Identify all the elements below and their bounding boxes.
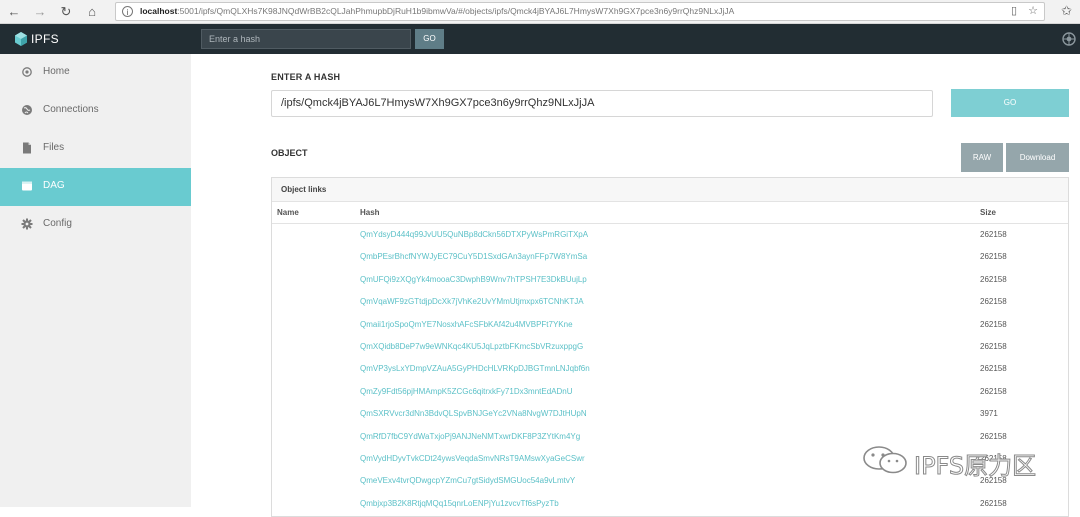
link-hash-cell[interactable]: Qmbjxp3B2K8RtjqMQq15qnrLoENPjYu1zvcvTf6s… [360, 499, 559, 508]
sidebar-item-label: Home [43, 66, 70, 77]
sidebar-item-label: Connections [43, 104, 99, 115]
column-header-size: Size [980, 208, 997, 217]
go-button[interactable]: GO [951, 89, 1069, 117]
reload-icon[interactable]: ↻ [56, 2, 76, 22]
link-size-cell: 262158 [980, 386, 1007, 396]
sidebar-item-label: Config [43, 218, 72, 229]
table-header: Name Hash Size [272, 202, 1068, 224]
panel-header: Object links [272, 178, 1068, 202]
header-go-button[interactable]: GO [415, 29, 444, 49]
link-hash-cell[interactable]: QmbPEsrBhcfNYWJyEC79CuY5D1SxdGAn3aynFFp7… [360, 252, 587, 261]
link-size-cell: 3971 [980, 409, 998, 419]
table-row: QmUFQi9zXQgYk4mooaC3DwphB9Wnv7hTPSH7E3Dk… [272, 270, 1068, 292]
favorite-star-icon[interactable]: ☆ [1028, 5, 1038, 17]
link-hash-cell[interactable]: QmeVExv4tvrQDwgcpYZmCu7gtSidydSMGUoc54a9… [360, 476, 575, 485]
settings-icon[interactable] [1062, 32, 1076, 46]
table-row: QmYdsyD444q99JvUU5QuNBp8dCkn56DTXPyWsPmR… [272, 225, 1068, 247]
object-title: OBJECT [271, 148, 308, 158]
table-row: QmSXRVvcr3dNn3BdvQLSpvBNJGeYc2VNa8NvgW7D… [272, 404, 1068, 426]
sidebar-item-files[interactable]: Files [0, 130, 191, 168]
column-header-hash: Hash [360, 208, 380, 217]
table-row: QmVP3ysLxYDmpVZAuA5GyPHDcHLVRKpDJBGTmnLN… [272, 359, 1068, 381]
link-hash-cell[interactable]: QmUFQi9zXQgYk4mooaC3DwphB9Wnv7hTPSH7E3Dk… [360, 275, 587, 284]
link-hash-cell[interactable]: QmRfD7fbC9YdWaTxjoPj9ANJNeNMTxwrDKF8P3ZY… [360, 432, 580, 441]
address-bar[interactable]: i localhost:5001/ipfs/QmQLXHs7K98JNQdWrB… [115, 2, 1045, 21]
column-header-name: Name [277, 208, 299, 217]
link-hash-cell[interactable]: QmSXRVvcr3dNn3BdvQLSpvBNJGeYc2VNa8NvgW7D… [360, 409, 587, 418]
forward-icon[interactable]: → [30, 2, 50, 22]
table-row: QmZy9Fdt56pjHMAmpK5ZCGc6qitrxkFy71Dx3mnt… [272, 382, 1068, 404]
table-row: QmbPEsrBhcfNYWJyEC79CuY5D1SxdGAn3aynFFp7… [272, 247, 1068, 269]
link-hash-cell[interactable]: QmVydHDyvTvkCDt24ywsVeqdaSmvNRsT9AMswXya… [360, 454, 585, 463]
dag-icon [22, 181, 32, 191]
table-row: Qmbjxp3B2K8RtjqMQq15qnrLoENPjYu1zvcvTf6s… [272, 494, 1068, 516]
sidebar-item-dag[interactable]: DAG [0, 168, 191, 206]
ipfs-logo-icon [15, 32, 27, 46]
url-path: :5001/ipfs/QmQLXHs7K98JNQdWrBB2cQLJahPhm… [177, 6, 735, 16]
enter-hash-title: ENTER A HASH [271, 72, 341, 82]
link-hash-cell[interactable]: Qmaii1rjoSpoQmYE7NosxhAFcSFbKAf42u4MVBPF… [360, 320, 573, 329]
link-size-cell: 262158 [980, 230, 1007, 239]
link-hash-cell[interactable]: QmZy9Fdt56pjHMAmpK5ZCGc6qitrxkFy71Dx3mnt… [360, 387, 573, 396]
sidebar: Home Connections Files DAG Config [0, 54, 191, 507]
url-text: localhost:5001/ipfs/QmQLXHs7K98JNQdWrBB2… [140, 6, 734, 16]
sidebar-item-home[interactable]: Home [0, 54, 191, 92]
link-hash-cell[interactable]: QmXQidb8DeP7w9eWNKqc4KU5JqLpztbFKmcSbVRz… [360, 342, 583, 351]
link-size-cell: 262158 [980, 297, 1007, 307]
hash-input[interactable]: /ipfs/Qmck4jBYAJ6L7HmysW7Xh9GX7pce3n6y9r… [271, 90, 933, 117]
panel-title: Object links [281, 185, 327, 194]
home-icon[interactable]: ⌂ [82, 2, 102, 22]
link-size-cell: 262158 [980, 342, 1007, 351]
sidebar-item-connections[interactable]: Connections [0, 92, 191, 130]
link-size-cell: 262158 [980, 498, 1007, 508]
link-hash-cell[interactable]: QmVqaWF9zGTtdjpDcXk7jVhKe2UvYMmUtjmxpx6T… [360, 297, 584, 306]
wechat-icon [863, 446, 907, 474]
app-logo-text: IPFS [31, 32, 59, 46]
link-size-cell: 262158 [980, 364, 1007, 374]
globe-icon [22, 105, 32, 115]
file-icon [23, 142, 31, 154]
table-row: QmXQidb8DeP7w9eWNKqc4KU5JqLpztbFKmcSbVRz… [272, 337, 1068, 359]
sidebar-item-config[interactable]: Config [0, 206, 191, 244]
link-size-cell: 262158 [980, 274, 1007, 284]
link-hash-cell[interactable]: QmYdsyD444q99JvUU5QuNBp8dCkn56DTXPyWsPmR… [360, 230, 588, 239]
gear-icon [21, 218, 33, 230]
download-button[interactable]: Download [1006, 143, 1069, 172]
app-header: IPFS Enter a hash GO [0, 24, 1080, 54]
sidebar-item-label: Files [43, 142, 65, 153]
sidebar-item-label: DAG [43, 180, 65, 191]
favorites-icon[interactable]: ✩ [1061, 3, 1072, 19]
table-row: QmVqaWF9zGTtdjpDcXk7jVhKe2UvYMmUtjmxpx6T… [272, 292, 1068, 314]
link-hash-cell[interactable]: QmVP3ysLxYDmpVZAuA5GyPHDcHLVRKpDJBGTmnLN… [360, 364, 590, 373]
watermark-text: IPFS原力区 [913, 452, 1037, 481]
link-size-cell: 262158 [980, 431, 1007, 441]
info-icon[interactable]: i [122, 6, 133, 17]
raw-button[interactable]: RAW [961, 143, 1003, 172]
home-icon [22, 67, 32, 77]
link-size-cell: 262158 [980, 319, 1007, 329]
table-row: Qmaii1rjoSpoQmYE7NosxhAFcSFbKAf42u4MVBPF… [272, 315, 1068, 337]
reading-view-icon[interactable]: ▯ [1011, 5, 1017, 17]
url-host: localhost [140, 6, 178, 16]
link-size-cell: 262158 [980, 252, 1007, 262]
header-hash-input[interactable]: Enter a hash [201, 29, 411, 49]
back-icon[interactable]: ← [4, 2, 24, 22]
browser-toolbar: ← → ↻ ⌂ i localhost:5001/ipfs/QmQLXHs7K9… [0, 0, 1080, 24]
